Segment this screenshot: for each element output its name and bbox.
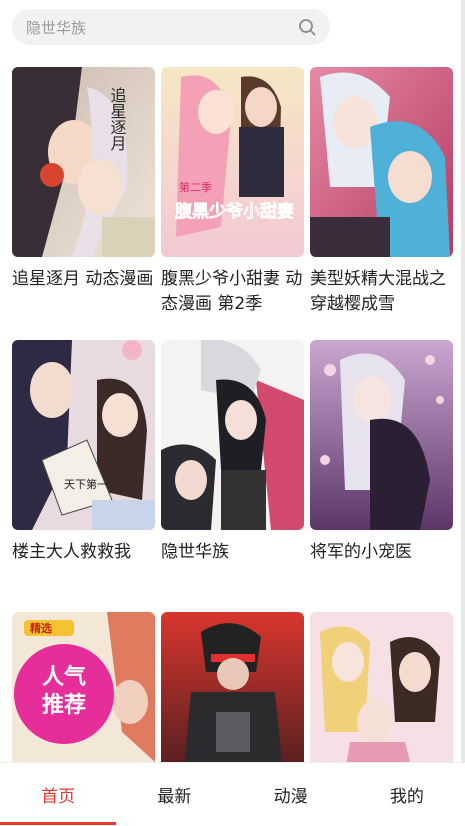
cover-title-text: 腹黑少爷小甜妻 <box>175 201 294 222</box>
search-bar[interactable]: 隐世华族 <box>12 9 330 45</box>
cover-subtitle-text: 第二季 <box>179 180 212 194</box>
comic-card[interactable]: 美型妖精大混战之穿越樱成雪 <box>310 67 453 317</box>
cover-title-text: 天下第一 <box>64 477 108 491</box>
scrollbar-track[interactable] <box>461 0 465 826</box>
comic-title[interactable]: 隐世华族 <box>161 540 304 565</box>
comic-card[interactable]: 追星逐月 追星逐月 动态漫画 <box>12 67 155 292</box>
tab-home[interactable]: 首页 <box>0 763 117 825</box>
bottom-tab-bar: 首页 最新 动漫 我的 <box>0 762 465 826</box>
tab-latest[interactable]: 最新 <box>116 763 232 825</box>
comic-title[interactable]: 楼主大人救救我 <box>12 540 155 565</box>
comic-title[interactable]: 将军的小宠医 <box>310 540 453 565</box>
comic-cover[interactable] <box>310 67 453 257</box>
comic-cover[interactable] <box>161 340 304 530</box>
comic-cover[interactable]: 天下第一 <box>12 340 155 530</box>
comic-card[interactable]: 隐世华族 <box>161 340 304 565</box>
comic-card[interactable]: 将军的小宠医 <box>310 340 453 565</box>
comic-card[interactable]: 天下第一 楼主大人救救我 <box>12 340 155 565</box>
tab-anime[interactable]: 动漫 <box>233 763 349 825</box>
comic-cover[interactable]: 第二季 腹黑少爷小甜妻 <box>161 67 304 257</box>
search-icon[interactable] <box>298 18 316 36</box>
badge-line-1: 人气 <box>42 664 86 690</box>
comic-cover[interactable]: 追星逐月 <box>12 67 155 257</box>
badge-tag-text: 精选 <box>30 621 52 635</box>
badge-line-2: 推荐 <box>42 692 86 718</box>
comic-title[interactable]: 追星逐月 动态漫画 <box>12 267 155 292</box>
search-input[interactable]: 隐世华族 <box>26 17 298 38</box>
cover-title-text: 追星逐月 <box>108 87 127 152</box>
comic-card[interactable]: 第二季 腹黑少爷小甜妻 腹黑少爷小甜妻 动态漫画 第2季 <box>161 67 304 317</box>
comic-cover[interactable] <box>310 340 453 530</box>
tab-mine[interactable]: 我的 <box>349 763 465 825</box>
comic-title[interactable]: 腹黑少爷小甜妻 动态漫画 第2季 <box>161 267 304 317</box>
comic-title[interactable]: 美型妖精大混战之穿越樱成雪 <box>310 267 453 317</box>
